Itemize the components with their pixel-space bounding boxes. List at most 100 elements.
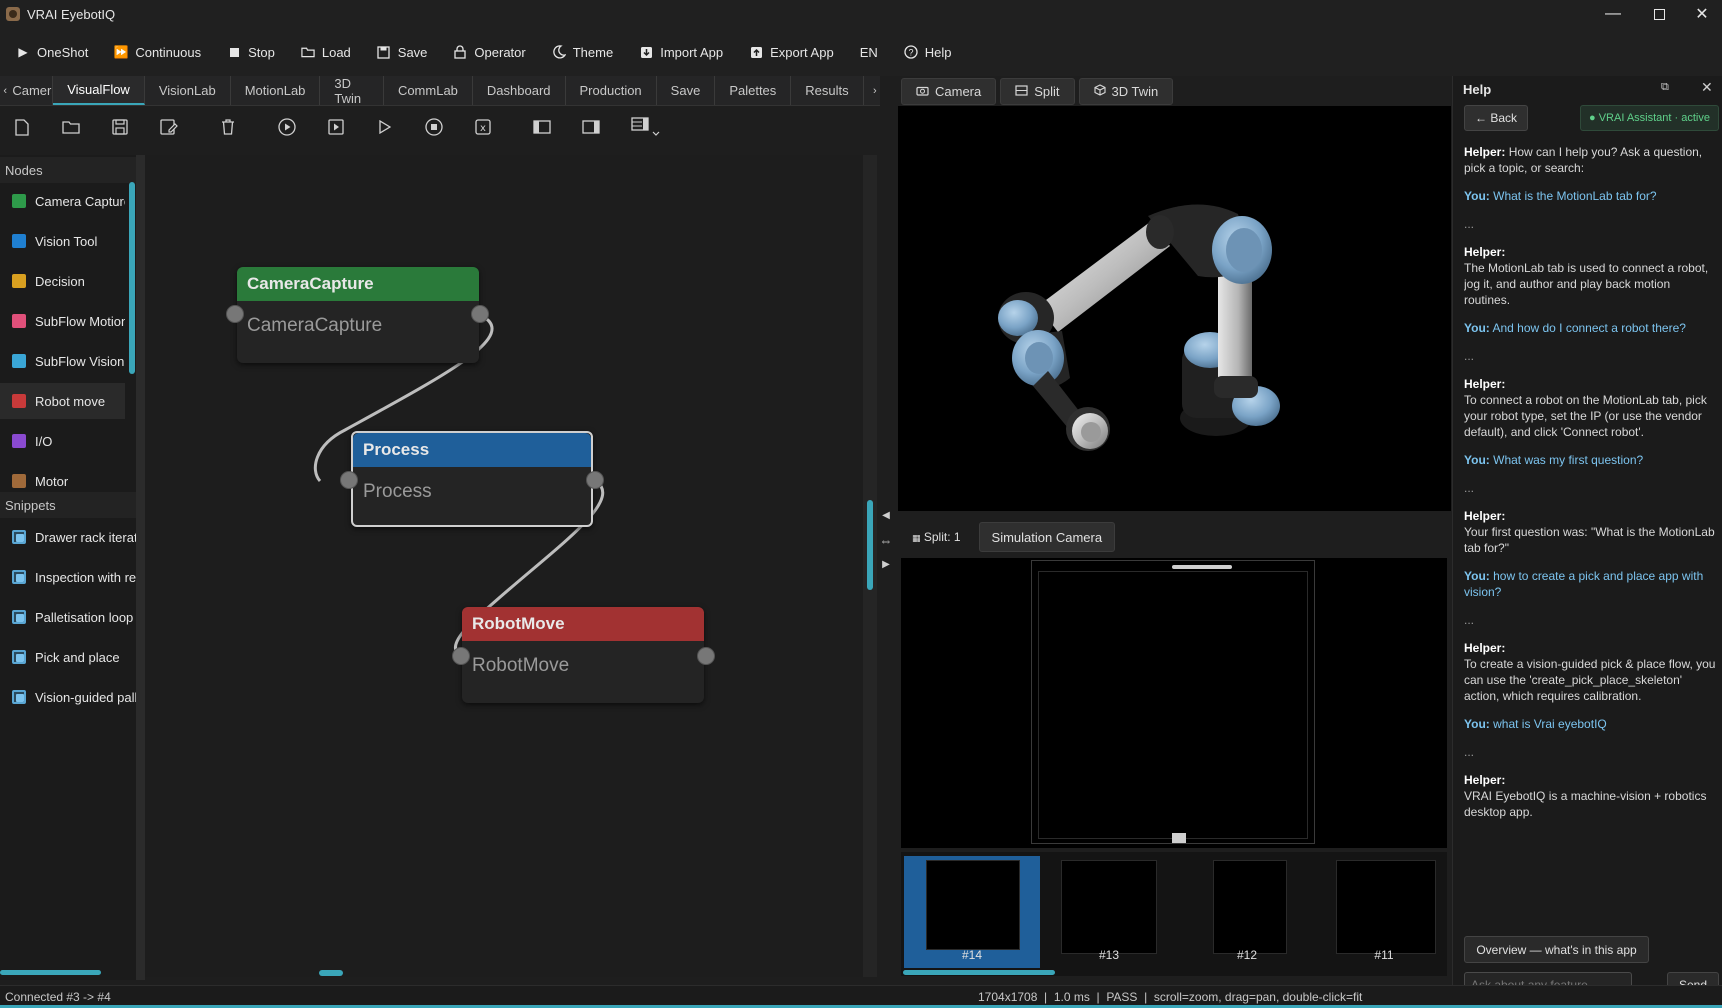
simulation-camera-button[interactable]: Simulation Camera [978, 522, 1116, 552]
sidebar-divider[interactable] [136, 155, 145, 980]
run-step-icon[interactable] [325, 116, 347, 138]
help-title: Help [1463, 82, 1492, 97]
flow-node-cameracapture[interactable]: CameraCapture CameraCapture [237, 267, 479, 363]
nodes-header: Nodes [0, 157, 136, 183]
continuous-button[interactable]: ⏩ Continuous [114, 38, 201, 66]
node-color-swatch [12, 474, 26, 488]
flow-node-robotmove[interactable]: RobotMove RobotMove [462, 607, 704, 703]
oneshot-button[interactable]: ▶ OneShot [16, 38, 88, 66]
tab-camera[interactable]: Camera [10, 76, 54, 105]
stop-button[interactable]: Stop [227, 38, 275, 66]
snippet-item[interactable]: Inspection with retr [0, 559, 136, 595]
language-button[interactable]: EN [860, 38, 878, 66]
process-input-port[interactable] [340, 471, 358, 489]
tab-3d-twin[interactable]: 3D Twin [320, 76, 384, 106]
collapse-left-icon[interactable]: ◀ [882, 510, 890, 521]
maximize-button[interactable] [1636, 0, 1682, 28]
node-color-swatch [12, 354, 26, 368]
stop-circle-icon[interactable] [423, 116, 445, 138]
cameracapture-output-port[interactable] [471, 305, 489, 323]
view-tab-camera[interactable]: Camera [901, 77, 997, 105]
tab-scroll-right-icon[interactable]: › [870, 76, 880, 105]
tab-scroll-left-icon[interactable]: ‹ [0, 76, 10, 105]
thumbnail-13[interactable]: #13 [1041, 856, 1177, 968]
snippet-item[interactable]: Drawer rack iteratio [0, 519, 136, 555]
import-app-button[interactable]: Import App [639, 38, 723, 66]
snippet-item[interactable]: Pick and place [0, 639, 136, 675]
robot-arm-render [998, 204, 1280, 451]
resize-icon[interactable]: ⇔ [880, 533, 893, 548]
palette-node-item[interactable]: Robot move [0, 383, 125, 419]
save-flow-icon[interactable] [109, 116, 131, 138]
snippet-item[interactable]: Palletisation loop [0, 599, 136, 635]
play-icon: ▶ [18, 45, 28, 59]
minimize-button[interactable]: — [1590, 0, 1636, 28]
flow-canvas[interactable]: CameraCapture CameraCapture Process Proc… [145, 155, 863, 977]
cameracapture-input-port[interactable] [226, 305, 244, 323]
thumbnails-scrollbar[interactable] [903, 970, 1055, 975]
split-count[interactable]: ▦ Split: 1 [912, 530, 961, 544]
help-button[interactable]: ? Help [904, 38, 952, 66]
palette-node-item[interactable]: SubFlow Vision [0, 343, 125, 379]
palette-node-item[interactable]: SubFlow Motion [0, 303, 125, 339]
palette-node-item[interactable]: Decision [0, 263, 125, 299]
thumbnail-12[interactable]: #12 [1179, 856, 1315, 968]
load-button[interactable]: Load [301, 38, 351, 66]
tab-dashboard[interactable]: Dashboard [473, 76, 566, 105]
operator-button[interactable]: Operator [453, 38, 526, 66]
play-icon[interactable] [374, 116, 396, 138]
layout-menu-icon[interactable] [629, 116, 663, 138]
new-file-icon[interactable] [11, 116, 33, 138]
message-text: Your first question was: "What is the Mo… [1464, 525, 1715, 555]
overview-button[interactable]: Overview — what's in this app [1464, 936, 1649, 963]
process-output-port[interactable] [586, 471, 604, 489]
tab-visualflow[interactable]: VisualFlow [53, 76, 145, 105]
tab-palettes[interactable]: Palettes [715, 76, 792, 105]
variable-icon[interactable]: x [472, 116, 494, 138]
view-tab-split[interactable]: Split [1000, 77, 1075, 105]
tab-visionlab[interactable]: VisionLab [145, 76, 231, 105]
thumbnail-14[interactable]: #14 [904, 856, 1040, 968]
left-panel-icon[interactable] [531, 116, 553, 138]
canvas-vscrollbar[interactable] [867, 500, 873, 590]
tab-production[interactable]: Production [566, 76, 657, 105]
palette-node-item[interactable]: Vision Tool [0, 223, 125, 259]
delete-icon[interactable] [217, 116, 239, 138]
panel-splitter[interactable]: ◀ ⇔ ▶ [878, 510, 894, 570]
save-as-icon[interactable] [158, 116, 180, 138]
tab-results[interactable]: Results [791, 76, 864, 105]
open-folder-icon[interactable] [60, 116, 82, 138]
message-text: To create a vision-guided pick & place f… [1464, 657, 1716, 703]
3d-twin-view[interactable] [898, 106, 1451, 511]
tab-save[interactable]: Save [657, 76, 716, 105]
close-window-button[interactable]: ✕ [1682, 0, 1722, 28]
tab-motionlab[interactable]: MotionLab [231, 76, 321, 105]
flow-node-process[interactable]: Process Process [351, 431, 593, 527]
robotmove-input-port[interactable] [452, 647, 470, 665]
collapse-right-icon[interactable]: ▶ [882, 559, 890, 570]
sidebar-hscrollbar[interactable] [0, 970, 101, 975]
helper-message: Helper: The MotionLab tab is used to conn… [1464, 244, 1719, 308]
palette-node-item[interactable]: Camera Capture [0, 183, 125, 219]
snippet-item[interactable]: Vision-guided palle [0, 679, 136, 715]
palette-node-item[interactable]: I/O [0, 423, 125, 459]
view-tab-3d-twin[interactable]: 3D Twin [1078, 77, 1174, 105]
undock-icon[interactable]: ⧉ [1661, 81, 1669, 94]
frame-artifact [1172, 565, 1232, 569]
thumbnail-11[interactable]: #11 [1316, 856, 1452, 968]
right-panel-icon[interactable] [580, 116, 602, 138]
export-app-button[interactable]: Export App [749, 38, 834, 66]
save-button[interactable]: Save [377, 38, 427, 66]
run-circle-icon[interactable] [276, 116, 298, 138]
theme-button[interactable]: Theme [552, 38, 613, 66]
sidebar-scrollbar[interactable] [129, 182, 135, 374]
close-help-icon[interactable]: ✕ [1701, 79, 1713, 96]
user-message: You: What was my first question? [1464, 452, 1719, 468]
camera-image-view[interactable] [901, 558, 1447, 848]
robotmove-output-port[interactable] [697, 647, 715, 665]
help-back-button[interactable]: ← Back [1464, 105, 1528, 131]
message-speaker: Helper: [1464, 377, 1506, 391]
tab-commlab[interactable]: CommLab [384, 76, 473, 105]
canvas-hscrollbar[interactable] [319, 970, 343, 976]
result-thumbnails: #14 #13 #12 #11 [901, 852, 1447, 976]
